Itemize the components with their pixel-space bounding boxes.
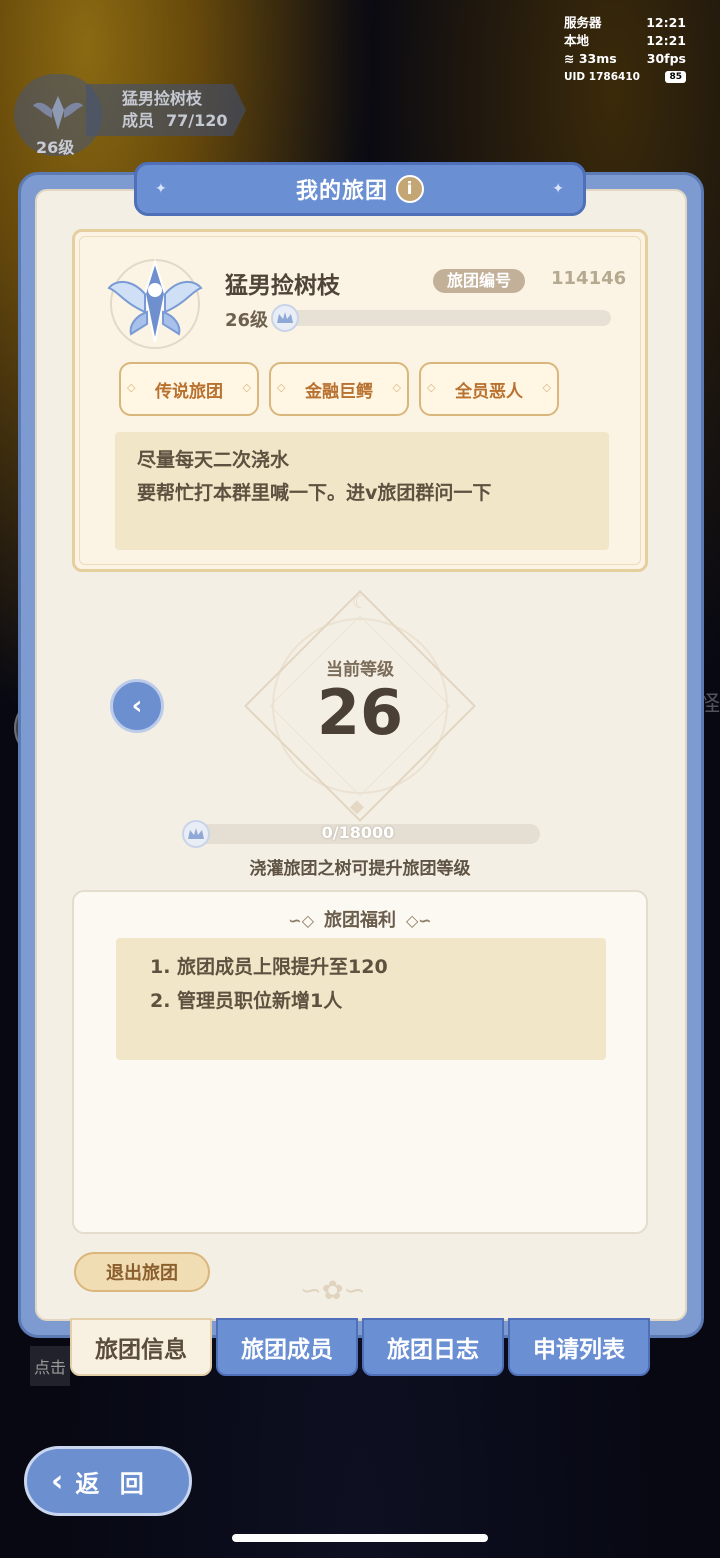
hud-guild-name: 猛男捡树枝 [122, 89, 203, 108]
benefits-list: 1. 旅团成员上限提升至120 2. 管理员职位新增1人 [116, 938, 606, 1060]
guild-id: 114146 [551, 268, 627, 289]
hud-level: 26级 [36, 138, 75, 157]
hud-members-count: 77/120 [166, 111, 228, 130]
tab-application-list[interactable]: 申请列表 [508, 1318, 650, 1376]
description-line: 尽量每天二次浇水 [137, 449, 290, 471]
prev-button[interactable]: ‹ [110, 679, 164, 733]
ornament-left-icon: ∽◇ [288, 911, 314, 930]
server-label: 服务器 [564, 15, 602, 30]
benefits-title: 旅团福利 [324, 910, 396, 931]
guild-emblem-icon [107, 258, 203, 349]
moon-ornament-icon: ☾ [352, 592, 369, 613]
guild-name: 猛男捡树枝 [225, 273, 340, 299]
tab-guild-info[interactable]: 旅团信息 [70, 1318, 212, 1376]
hud-members-label: 成员 [122, 111, 155, 130]
tab-guild-members[interactable]: 旅团成员 [216, 1318, 358, 1376]
diamond-ornament-icon: ◆ [350, 796, 364, 817]
benefit-item: 2. 管理员职位新增1人 [150, 990, 343, 1012]
guild-tags: 传说旅团 金融巨鳄 全员恶人 [119, 362, 559, 416]
wifi-icon: ≋ [564, 51, 575, 66]
tab-bar: 旅团信息 旅团成员 旅团日志 申请列表 [70, 1318, 650, 1376]
footer-ornament-icon: ∽✿∽ [300, 1276, 366, 1306]
panel-title: 我的旅团 [295, 179, 388, 204]
quit-guild-button[interactable]: 退出旅团 [74, 1252, 210, 1292]
status-overlay: 服务器 12:21 本地 12:21 ≋ 33ms 30fps UID 1786410… [564, 14, 686, 86]
guild-info-card: 猛男捡树枝 旅团编号 114146 26级 传说旅团 金融巨鳄 全员恶人 尽量每… [72, 229, 648, 572]
benefits-header: ∽◇ 旅团福利 ◇∽ [74, 906, 646, 932]
star-icon: ✦ [155, 181, 168, 197]
guild-id-label: 旅团编号 [433, 269, 526, 293]
level-hint: 浇灌旅团之树可提升旅团等级 [249, 859, 471, 879]
home-indicator[interactable] [232, 1534, 488, 1542]
guild-description: 尽量每天二次浇水 要帮忙打本群里喊一下。进v旅团群问一下 [115, 432, 609, 550]
guild-tag[interactable]: 全员恶人 [419, 362, 559, 416]
benefit-item: 1. 旅团成员上限提升至120 [150, 956, 388, 978]
guild-level-bar [283, 310, 611, 326]
local-label: 本地 [564, 33, 590, 48]
tab-guild-log[interactable]: 旅团日志 [362, 1318, 504, 1376]
ornament-right-icon: ◇∽ [406, 911, 432, 930]
guild-hud-bar[interactable]: 猛男捡树枝 成员 77/120 [86, 84, 246, 136]
panel-title-bar: ✦ 我的旅团 i ✦ [134, 162, 586, 216]
back-button[interactable]: ‹ 返 回 [24, 1446, 192, 1516]
benefits-panel: ∽◇ 旅团福利 ◇∽ 1. 旅团成员上限提升至120 2. 管理员职位新增1人 [72, 890, 648, 1234]
star-icon: ✦ [552, 181, 565, 197]
guild-hud-emblem[interactable]: 26级 [14, 74, 102, 157]
description-line: 要帮忙打本群里喊一下。进v旅团群问一下 [137, 482, 492, 504]
level-progress-text: 0/18000 [321, 823, 395, 842]
guild-tag[interactable]: 金融巨鳄 [269, 362, 409, 416]
background-hint: 点击 [30, 1346, 70, 1386]
uid-text: UID 1786410 [564, 71, 640, 83]
local-time: 12:21 [646, 33, 686, 48]
guild-level: 26级 [225, 310, 269, 331]
battery-icon: 85 [665, 71, 686, 83]
wing-emblem-icon [33, 96, 83, 130]
fps-value: 30fps [646, 51, 686, 66]
info-icon[interactable]: i [396, 175, 424, 203]
ping-value: 33ms [578, 51, 617, 66]
guild-tag[interactable]: 传说旅团 [119, 362, 259, 416]
crown-icon [271, 304, 299, 332]
level-number: 26 [316, 676, 404, 749]
back-arrow-icon: ‹ [51, 1463, 70, 1499]
chevron-left-icon: ‹ [131, 691, 143, 721]
back-label: 返 回 [75, 1469, 150, 1498]
server-time: 12:21 [646, 15, 686, 30]
